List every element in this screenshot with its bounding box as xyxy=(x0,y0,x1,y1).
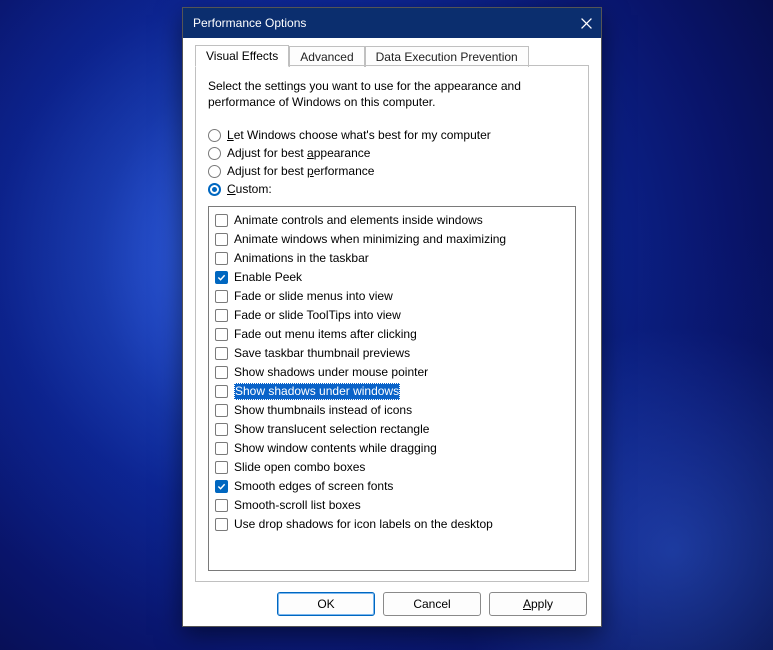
option-row[interactable]: Fade or slide ToolTips into view xyxy=(215,306,569,325)
apply-button-label: Apply xyxy=(523,597,553,611)
option-checkbox[interactable] xyxy=(215,328,228,341)
tab-label: Visual Effects xyxy=(206,49,278,63)
option-label: Show thumbnails instead of icons xyxy=(234,402,412,419)
option-row[interactable]: Smooth-scroll list boxes xyxy=(215,496,569,515)
option-checkbox[interactable] xyxy=(215,423,228,436)
mode-radio-group: Let Windows choose what's best for my co… xyxy=(208,124,576,200)
option-checkbox[interactable] xyxy=(215,385,228,398)
cancel-button-label: Cancel xyxy=(413,597,450,611)
radio-label: Adjust for best performance xyxy=(227,164,374,178)
desktop-background: Performance Options Visual Effects Advanc… xyxy=(0,0,773,650)
option-row[interactable]: Show translucent selection rectangle xyxy=(215,420,569,439)
option-row[interactable]: Show shadows under windows xyxy=(215,382,569,401)
option-row[interactable]: Use drop shadows for icon labels on the … xyxy=(215,515,569,534)
radio-let-windows[interactable]: Let Windows choose what's best for my co… xyxy=(208,128,576,142)
option-label: Save taskbar thumbnail previews xyxy=(234,345,410,362)
radio-label: Adjust for best appearance xyxy=(227,146,370,160)
option-checkbox[interactable] xyxy=(215,461,228,474)
ok-button-label: OK xyxy=(317,597,334,611)
option-checkbox[interactable] xyxy=(215,518,228,531)
radio-indicator xyxy=(208,129,221,142)
option-label: Show shadows under windows xyxy=(234,383,400,400)
option-row[interactable]: Smooth edges of screen fonts xyxy=(215,477,569,496)
option-row[interactable]: Animations in the taskbar xyxy=(215,249,569,268)
radio-indicator xyxy=(208,147,221,160)
visual-effects-listbox[interactable]: Animate controls and elements inside win… xyxy=(208,206,576,571)
option-checkbox[interactable] xyxy=(215,347,228,360)
titlebar[interactable]: Performance Options xyxy=(183,8,601,38)
tab-visual-effects[interactable]: Visual Effects xyxy=(195,45,289,67)
option-label: Use drop shadows for icon labels on the … xyxy=(234,516,493,533)
option-checkbox[interactable] xyxy=(215,442,228,455)
option-label: Animate controls and elements inside win… xyxy=(234,212,483,229)
option-checkbox[interactable] xyxy=(215,233,228,246)
option-label: Show window contents while dragging xyxy=(234,440,437,457)
option-checkbox[interactable] xyxy=(215,271,228,284)
option-label: Enable Peek xyxy=(234,269,302,286)
option-row[interactable]: Show thumbnails instead of icons xyxy=(215,401,569,420)
cancel-button[interactable]: Cancel xyxy=(383,592,481,616)
tab-data-execution-prevention[interactable]: Data Execution Prevention xyxy=(365,46,529,67)
intro-text: Select the settings you want to use for … xyxy=(208,78,548,110)
option-checkbox[interactable] xyxy=(215,309,228,322)
radio-label: Custom: xyxy=(227,182,272,196)
visual-effects-tabpage: Select the settings you want to use for … xyxy=(195,66,589,582)
dialog-button-row: OK Cancel Apply xyxy=(195,582,589,616)
tab-label: Advanced xyxy=(300,50,353,64)
option-checkbox[interactable] xyxy=(215,499,228,512)
option-row[interactable]: Fade or slide menus into view xyxy=(215,287,569,306)
option-row[interactable]: Animate controls and elements inside win… xyxy=(215,211,569,230)
option-label: Animations in the taskbar xyxy=(234,250,369,267)
window-title: Performance Options xyxy=(193,16,571,30)
option-label: Slide open combo boxes xyxy=(234,459,365,476)
option-checkbox[interactable] xyxy=(215,214,228,227)
option-label: Show shadows under mouse pointer xyxy=(234,364,428,381)
option-row[interactable]: Fade out menu items after clicking xyxy=(215,325,569,344)
option-checkbox[interactable] xyxy=(215,404,228,417)
option-row[interactable]: Show window contents while dragging xyxy=(215,439,569,458)
option-row[interactable]: Animate windows when minimizing and maxi… xyxy=(215,230,569,249)
option-label: Animate windows when minimizing and maxi… xyxy=(234,231,506,248)
option-label: Smooth-scroll list boxes xyxy=(234,497,361,514)
radio-indicator xyxy=(208,183,221,196)
option-checkbox[interactable] xyxy=(215,366,228,379)
tab-strip: Visual Effects Advanced Data Execution Pre… xyxy=(195,44,589,66)
option-label: Show translucent selection rectangle xyxy=(234,421,429,438)
option-row[interactable]: Slide open combo boxes xyxy=(215,458,569,477)
radio-label: Let Windows choose what's best for my co… xyxy=(227,128,491,142)
radio-best-appearance[interactable]: Adjust for best appearance xyxy=(208,146,576,160)
tab-advanced[interactable]: Advanced xyxy=(289,46,364,67)
ok-button[interactable]: OK xyxy=(277,592,375,616)
option-checkbox[interactable] xyxy=(215,290,228,303)
radio-custom[interactable]: Custom: xyxy=(208,182,576,196)
tab-label: Data Execution Prevention xyxy=(376,50,518,64)
apply-button[interactable]: Apply xyxy=(489,592,587,616)
option-label: Smooth edges of screen fonts xyxy=(234,478,393,495)
option-checkbox[interactable] xyxy=(215,252,228,265)
radio-indicator xyxy=(208,165,221,178)
option-label: Fade out menu items after clicking xyxy=(234,326,417,343)
option-row[interactable]: Save taskbar thumbnail previews xyxy=(215,344,569,363)
close-icon xyxy=(581,18,592,29)
performance-options-dialog: Performance Options Visual Effects Advanc… xyxy=(182,7,602,627)
dialog-client-area: Visual Effects Advanced Data Execution Pre… xyxy=(183,38,601,626)
option-checkbox[interactable] xyxy=(215,480,228,493)
radio-best-performance[interactable]: Adjust for best performance xyxy=(208,164,576,178)
option-row[interactable]: Show shadows under mouse pointer xyxy=(215,363,569,382)
option-row[interactable]: Enable Peek xyxy=(215,268,569,287)
option-label: Fade or slide menus into view xyxy=(234,288,393,305)
option-label: Fade or slide ToolTips into view xyxy=(234,307,401,324)
close-button[interactable] xyxy=(571,8,601,38)
